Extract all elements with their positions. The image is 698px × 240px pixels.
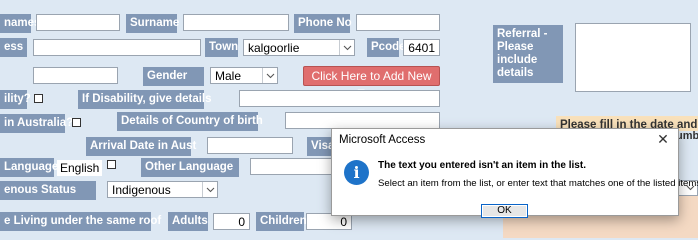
children-label: Children bbox=[256, 212, 307, 231]
add-new-town-button[interactable]: Click Here to Add New Town bbox=[303, 66, 440, 101]
language-label: Language bbox=[0, 158, 58, 177]
born-in-australia-checkbox[interactable] bbox=[72, 118, 81, 127]
other-language-label: Other Language bbox=[141, 158, 239, 177]
close-icon[interactable]: ✕ bbox=[654, 130, 672, 148]
adults-field[interactable]: 0 bbox=[213, 213, 250, 230]
dialog-message: The text you entered isn't an item in th… bbox=[378, 160, 586, 171]
gender-combo[interactable]: Male bbox=[210, 67, 278, 84]
adults-label: Adults bbox=[168, 212, 208, 231]
other-language-field[interactable] bbox=[250, 158, 332, 175]
arrival-date-label: Arrival Date in Aust bbox=[86, 137, 196, 156]
indigenous-status-combo[interactable]: Indigenous bbox=[107, 181, 218, 198]
arrival-date-field[interactable] bbox=[207, 137, 293, 154]
town-combo[interactable]: kalgoorlie bbox=[243, 39, 355, 56]
phone-label: Phone No bbox=[294, 14, 352, 33]
referral-label: Referral - Please include details bbox=[493, 25, 563, 83]
surname-field[interactable] bbox=[183, 14, 289, 31]
dialog-title: Microsoft Access bbox=[339, 134, 426, 146]
surname-label: Surname bbox=[126, 14, 179, 33]
address-label: ess bbox=[0, 38, 27, 57]
language-checkbox[interactable] bbox=[107, 160, 116, 169]
gender-label: Gender bbox=[143, 67, 204, 86]
ok-button[interactable]: OK bbox=[481, 204, 528, 218]
given-names-label: names bbox=[0, 14, 40, 33]
pcode-field[interactable]: 6401 bbox=[403, 39, 440, 56]
country-birth-field[interactable] bbox=[285, 112, 440, 129]
given-names-field[interactable] bbox=[36, 14, 120, 31]
chevron-down-icon[interactable] bbox=[202, 182, 217, 197]
indigenous-status-value: Indigenous bbox=[112, 183, 171, 197]
hint-continuation: umb bbox=[676, 130, 698, 142]
phone-field[interactable] bbox=[356, 14, 440, 31]
language-value[interactable]: English bbox=[57, 160, 103, 176]
disability-label: ility? bbox=[0, 90, 31, 109]
town-label: Town bbox=[205, 38, 238, 57]
disability-details-label: If Disability, give details bbox=[78, 90, 212, 109]
people-living-label: e Living under the same roof bbox=[0, 212, 161, 231]
chevron-down-icon[interactable] bbox=[262, 68, 277, 83]
disability-details-field[interactable] bbox=[239, 90, 440, 107]
info-icon: i bbox=[344, 160, 369, 185]
extra-field[interactable] bbox=[33, 67, 118, 84]
address-field[interactable] bbox=[33, 39, 201, 56]
referral-field[interactable] bbox=[575, 23, 691, 92]
chevron-down-icon[interactable] bbox=[339, 40, 354, 55]
disability-checkbox[interactable] bbox=[34, 94, 43, 103]
gender-value: Male bbox=[215, 69, 242, 83]
country-birth-label: Details of Country of birth bbox=[117, 112, 263, 131]
indigenous-status-label: enous Status bbox=[0, 181, 96, 200]
visa-label: Visa bbox=[307, 137, 334, 156]
pcode-label: Pcode bbox=[367, 38, 406, 57]
town-value: kalgoorlie bbox=[248, 41, 300, 55]
message-dialog: Microsoft Access ✕ i The text you entere… bbox=[331, 128, 698, 218]
dialog-detail: Select an item from the list, or enter t… bbox=[378, 178, 698, 189]
born-in-australia-label: in Australia? bbox=[0, 114, 73, 133]
